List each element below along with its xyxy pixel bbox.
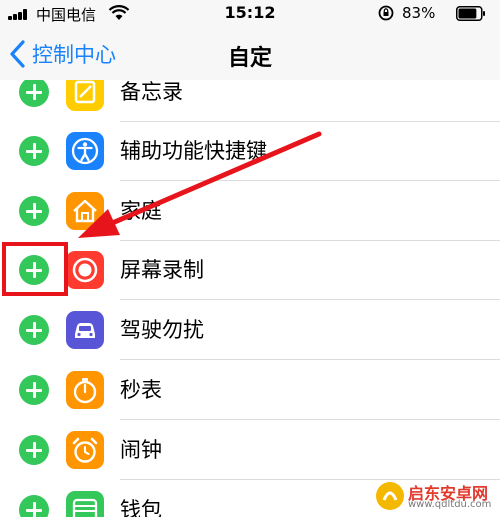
list-item-stopwatch: 秒表 (0, 360, 500, 420)
add-button[interactable] (19, 435, 49, 465)
list-item-do-not-disturb-while-driving: 驾驶勿扰 (0, 300, 500, 360)
more-controls-list: 备忘录 辅助功能快捷键 家庭 屏幕录制 驾驶勿扰 秒表 闹钟 钱包 (0, 80, 500, 517)
add-button[interactable] (19, 375, 49, 405)
alarm-clock-icon (66, 431, 104, 469)
add-button[interactable] (19, 315, 49, 345)
list-item-label: 驾驶勿扰 (120, 318, 204, 342)
list-item-notes: 备忘录 (0, 80, 500, 122)
home-icon (66, 192, 104, 230)
add-button[interactable] (19, 136, 49, 166)
accessibility-icon (66, 132, 104, 170)
list-item-alarm: 闹钟 (0, 420, 500, 480)
car-icon (66, 311, 104, 349)
add-button[interactable] (19, 80, 49, 107)
list-item-label: 备忘录 (120, 80, 183, 104)
list-item-label: 辅助功能快捷键 (120, 139, 267, 163)
list-item-label: 钱包 (120, 498, 162, 517)
list-item-home: 家庭 (0, 181, 500, 241)
page-title: 自定 (227, 46, 272, 71)
list-item-accessibility-shortcut: 辅助功能快捷键 (0, 121, 500, 181)
list-item-label: 家庭 (120, 199, 162, 223)
add-button[interactable] (19, 196, 49, 226)
status-bar: 中国电信 15:12 83% (0, 0, 500, 28)
notes-icon (66, 80, 104, 111)
list-item-label: 屏幕录制 (120, 258, 204, 282)
add-button[interactable] (19, 495, 49, 517)
battery-icon (456, 6, 485, 21)
battery-percent: 83% (402, 4, 436, 22)
wallet-icon (66, 491, 104, 517)
highlight-box (2, 242, 68, 296)
watermark-url: www.qdltdu.com (408, 499, 492, 510)
navigation-bar: 控制中心 自定 (0, 28, 500, 81)
list-item-label: 闹钟 (120, 438, 162, 462)
list-item-label: 秒表 (120, 378, 162, 402)
screen-recording-icon (66, 251, 104, 289)
orientation-lock-icon (378, 5, 394, 21)
list-item-screen-recording: 屏幕录制 (0, 240, 500, 300)
stopwatch-icon (66, 371, 104, 409)
